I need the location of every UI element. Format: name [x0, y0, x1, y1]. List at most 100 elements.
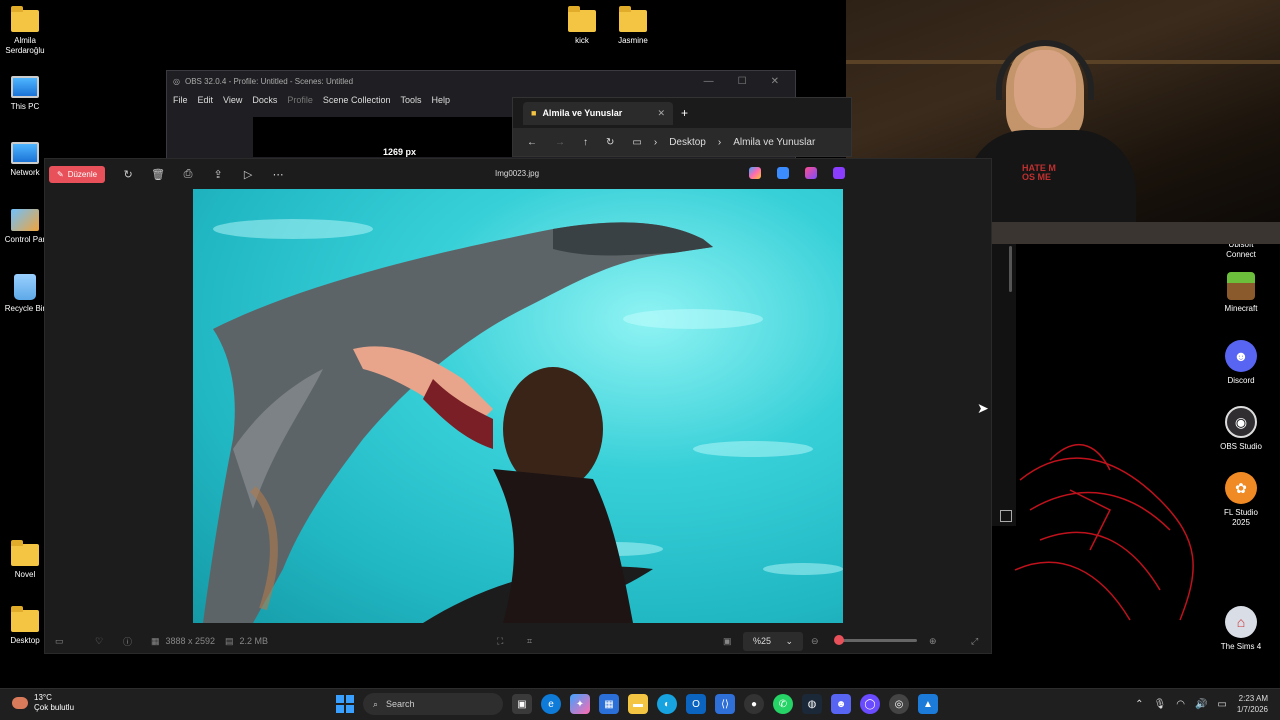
paint-icon[interactable] [805, 167, 817, 179]
zoom-out-icon[interactable]: ⊖ [811, 636, 819, 647]
close-tab-icon[interactable]: ✕ [657, 108, 665, 119]
copilot-taskbar-icon[interactable]: ✦ [570, 694, 590, 714]
up-icon[interactable]: ↑ [583, 137, 588, 148]
breadcrumb-folder[interactable]: Almila ve Yunuslar [733, 137, 815, 148]
copilot-icon[interactable] [749, 167, 761, 179]
battery-icon[interactable]: ▭ [1217, 699, 1226, 710]
actual-size-icon[interactable]: ▣ [723, 636, 732, 647]
new-tab-icon[interactable]: + [681, 106, 688, 120]
zoom-in-icon[interactable]: ⊕ [929, 636, 937, 647]
weather-cloud-icon [12, 697, 28, 709]
rotate-icon[interactable]: ↻ [121, 168, 135, 181]
edge-icon[interactable]: e [541, 694, 561, 714]
menu-help[interactable]: Help [431, 95, 450, 105]
photos-taskbar-icon[interactable]: ▲ [918, 694, 938, 714]
info-icon[interactable]: ⓘ [123, 635, 132, 648]
scrollbar[interactable] [1009, 246, 1012, 292]
this-pc-icon[interactable]: ▭ [632, 137, 641, 148]
filmstrip-icon[interactable]: ▭ [55, 636, 64, 647]
folder-icon [11, 540, 39, 566]
chevron-down-icon: ⌄ [785, 635, 793, 646]
volume-icon[interactable]: 🔊 [1195, 699, 1207, 710]
minecraft-icon [1227, 272, 1255, 300]
desktop-icon-discord[interactable]: ☻ Discord [1211, 340, 1271, 386]
system-tray: ⌃ 🎙 ◠ 🔊 ▭ 2:23 AM 1/7/2026 [1135, 693, 1268, 715]
obs-title: OBS 32.0.4 - Profile: Untitled - Scenes:… [184, 76, 354, 86]
photo-canvas[interactable] [193, 189, 843, 623]
menu-file[interactable]: File [173, 95, 188, 105]
edit-button[interactable]: ✎ Düzenle [49, 165, 106, 183]
menu-view[interactable]: View [223, 95, 242, 105]
weather-widget[interactable]: 13°C Çok bulutlu [12, 693, 74, 713]
zoom-slider[interactable] [834, 635, 917, 645]
explorer-window[interactable]: ■ Almila ve Yunuslar ✕ + ← → ↑ ↻ ▭ › Des… [512, 97, 852, 157]
steam-icon[interactable]: ◍ [802, 694, 822, 714]
whatsapp-icon[interactable]: ✆ [773, 694, 793, 714]
recycle-bin-icon [14, 274, 36, 300]
print-icon[interactable]: ⎙ [181, 168, 195, 181]
back-icon[interactable]: ← [527, 137, 537, 148]
microphone-icon[interactable]: 🎙 [1154, 699, 1167, 710]
outlook-icon[interactable]: O [686, 694, 706, 714]
photos-window[interactable]: ✎ Düzenle ↻ 🗑 ⎙ ⇪ ▷ ⋯ Img0023.jpg ▭ ♡ ⓘ … [44, 158, 992, 654]
zoom-select[interactable]: %25 ⌄ [743, 631, 803, 651]
panel-toggle-icon[interactable] [1000, 510, 1012, 522]
start-icon[interactable] [336, 695, 354, 713]
chevron-up-icon[interactable]: ⌃ [1135, 699, 1143, 710]
zoom-slider-knob[interactable] [834, 635, 844, 645]
desktop-icon-obs[interactable]: ◉ OBS Studio [1211, 406, 1271, 452]
file-size-icon: ▤ [225, 635, 234, 646]
explorer-tab[interactable]: ■ Almila ve Yunuslar ✕ [523, 101, 673, 125]
browser-icon[interactable]: ◐ [657, 694, 677, 714]
app-icon[interactable]: ● [744, 694, 764, 714]
fullscreen-icon[interactable]: ⤢ [971, 636, 978, 647]
maximize-icon[interactable]: ☐ [738, 76, 747, 87]
weather-desc: Çok bulutlu [34, 703, 75, 712]
weather-temp: 13°C [34, 693, 52, 702]
taskbar-search[interactable]: ⌕ Search [363, 693, 503, 715]
desktop-icon-almila[interactable]: Almila Serdaroğlu [0, 6, 55, 56]
breadcrumb-desktop[interactable]: Desktop [669, 137, 706, 148]
close-icon[interactable]: ✕ [771, 76, 779, 87]
discord-icon: ☻ [1225, 340, 1257, 372]
fl-studio-icon: ✿ [1225, 472, 1257, 504]
menu-profile[interactable]: Profile [287, 95, 313, 105]
wallpaper-red-art [1014, 444, 1194, 621]
menu-tools[interactable]: Tools [400, 95, 421, 105]
menu-docks[interactable]: Docks [252, 95, 277, 105]
wifi-icon[interactable]: ◠ [1176, 699, 1185, 710]
task-view-icon[interactable]: ▣ [512, 694, 532, 714]
forward-icon[interactable]: → [555, 137, 565, 148]
visual-search-icon[interactable]: ⌗ [527, 636, 532, 647]
desktop-icon-jasmine[interactable]: Jasmine [603, 6, 663, 46]
obs-taskbar-icon[interactable]: ◎ [889, 694, 909, 714]
share-icon[interactable]: ⇪ [211, 168, 225, 181]
menu-scene-collection[interactable]: Scene Collection [323, 95, 391, 105]
more-icon[interactable]: ⋯ [271, 168, 285, 181]
slideshow-icon[interactable]: ▷ [241, 168, 255, 181]
discord-taskbar-icon[interactable]: ☻ [831, 694, 851, 714]
refresh-icon[interactable]: ↻ [606, 137, 614, 148]
store-icon[interactable]: ▦ [599, 694, 619, 714]
desktop-icon-this-pc[interactable]: This PC [0, 76, 55, 112]
desktop-icon-fl-studio[interactable]: ✿ FL Studio 2025 [1211, 472, 1271, 528]
delete-icon[interactable]: 🗑 [151, 168, 165, 181]
app2-icon[interactable]: ◯ [860, 694, 880, 714]
menu-edit[interactable]: Edit [198, 95, 214, 105]
clipchamp-icon[interactable] [833, 167, 845, 179]
headphones [996, 40, 1094, 100]
designer-icon[interactable] [777, 167, 789, 179]
clock[interactable]: 2:23 AM 1/7/2026 [1237, 693, 1268, 715]
favorite-icon[interactable]: ♡ [95, 636, 103, 647]
minimize-icon[interactable]: — [704, 76, 714, 87]
obs-preview-px: 1269 px [383, 147, 417, 157]
obs-titlebar[interactable]: ◎ OBS 32.0.4 - Profile: Untitled - Scene… [167, 71, 795, 91]
crop-icon[interactable]: ⛶ [497, 636, 503, 647]
breadcrumb: ▭ › Desktop › Almila ve Yunuslar [632, 136, 816, 148]
code-icon[interactable]: ⟨⟩ [715, 694, 735, 714]
file-size: 2.2 MB [239, 636, 269, 646]
desktop: Almila Serdaroğlu This PC Network Contro… [0, 0, 1280, 688]
desktop-icon-minecraft[interactable]: Minecraft [1211, 272, 1271, 314]
desktop-icon-sims[interactable]: ⌂ The Sims 4 [1211, 606, 1271, 652]
file-explorer-icon[interactable]: ▬ [628, 694, 648, 714]
